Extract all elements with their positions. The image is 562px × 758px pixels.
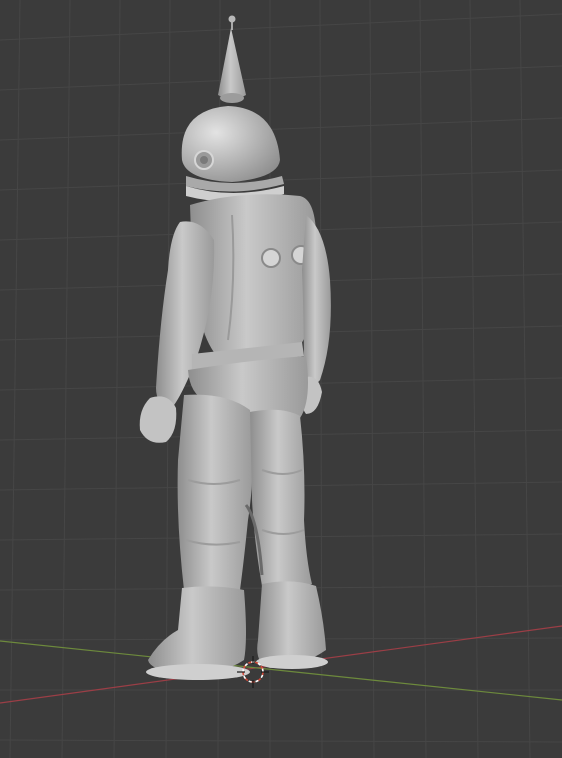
- spacesuit-model[interactable]: [139, 15, 331, 681]
- backpack-knob-left: [261, 248, 281, 268]
- left-glove: [139, 396, 177, 443]
- left-leg: [177, 394, 253, 593]
- helmet: [181, 106, 280, 182]
- antenna-cone: [218, 28, 246, 99]
- viewport-canvas[interactable]: [0, 0, 562, 758]
- 3d-viewport[interactable]: [0, 0, 562, 758]
- left-boot: [148, 586, 246, 675]
- antenna-ball: [228, 15, 236, 23]
